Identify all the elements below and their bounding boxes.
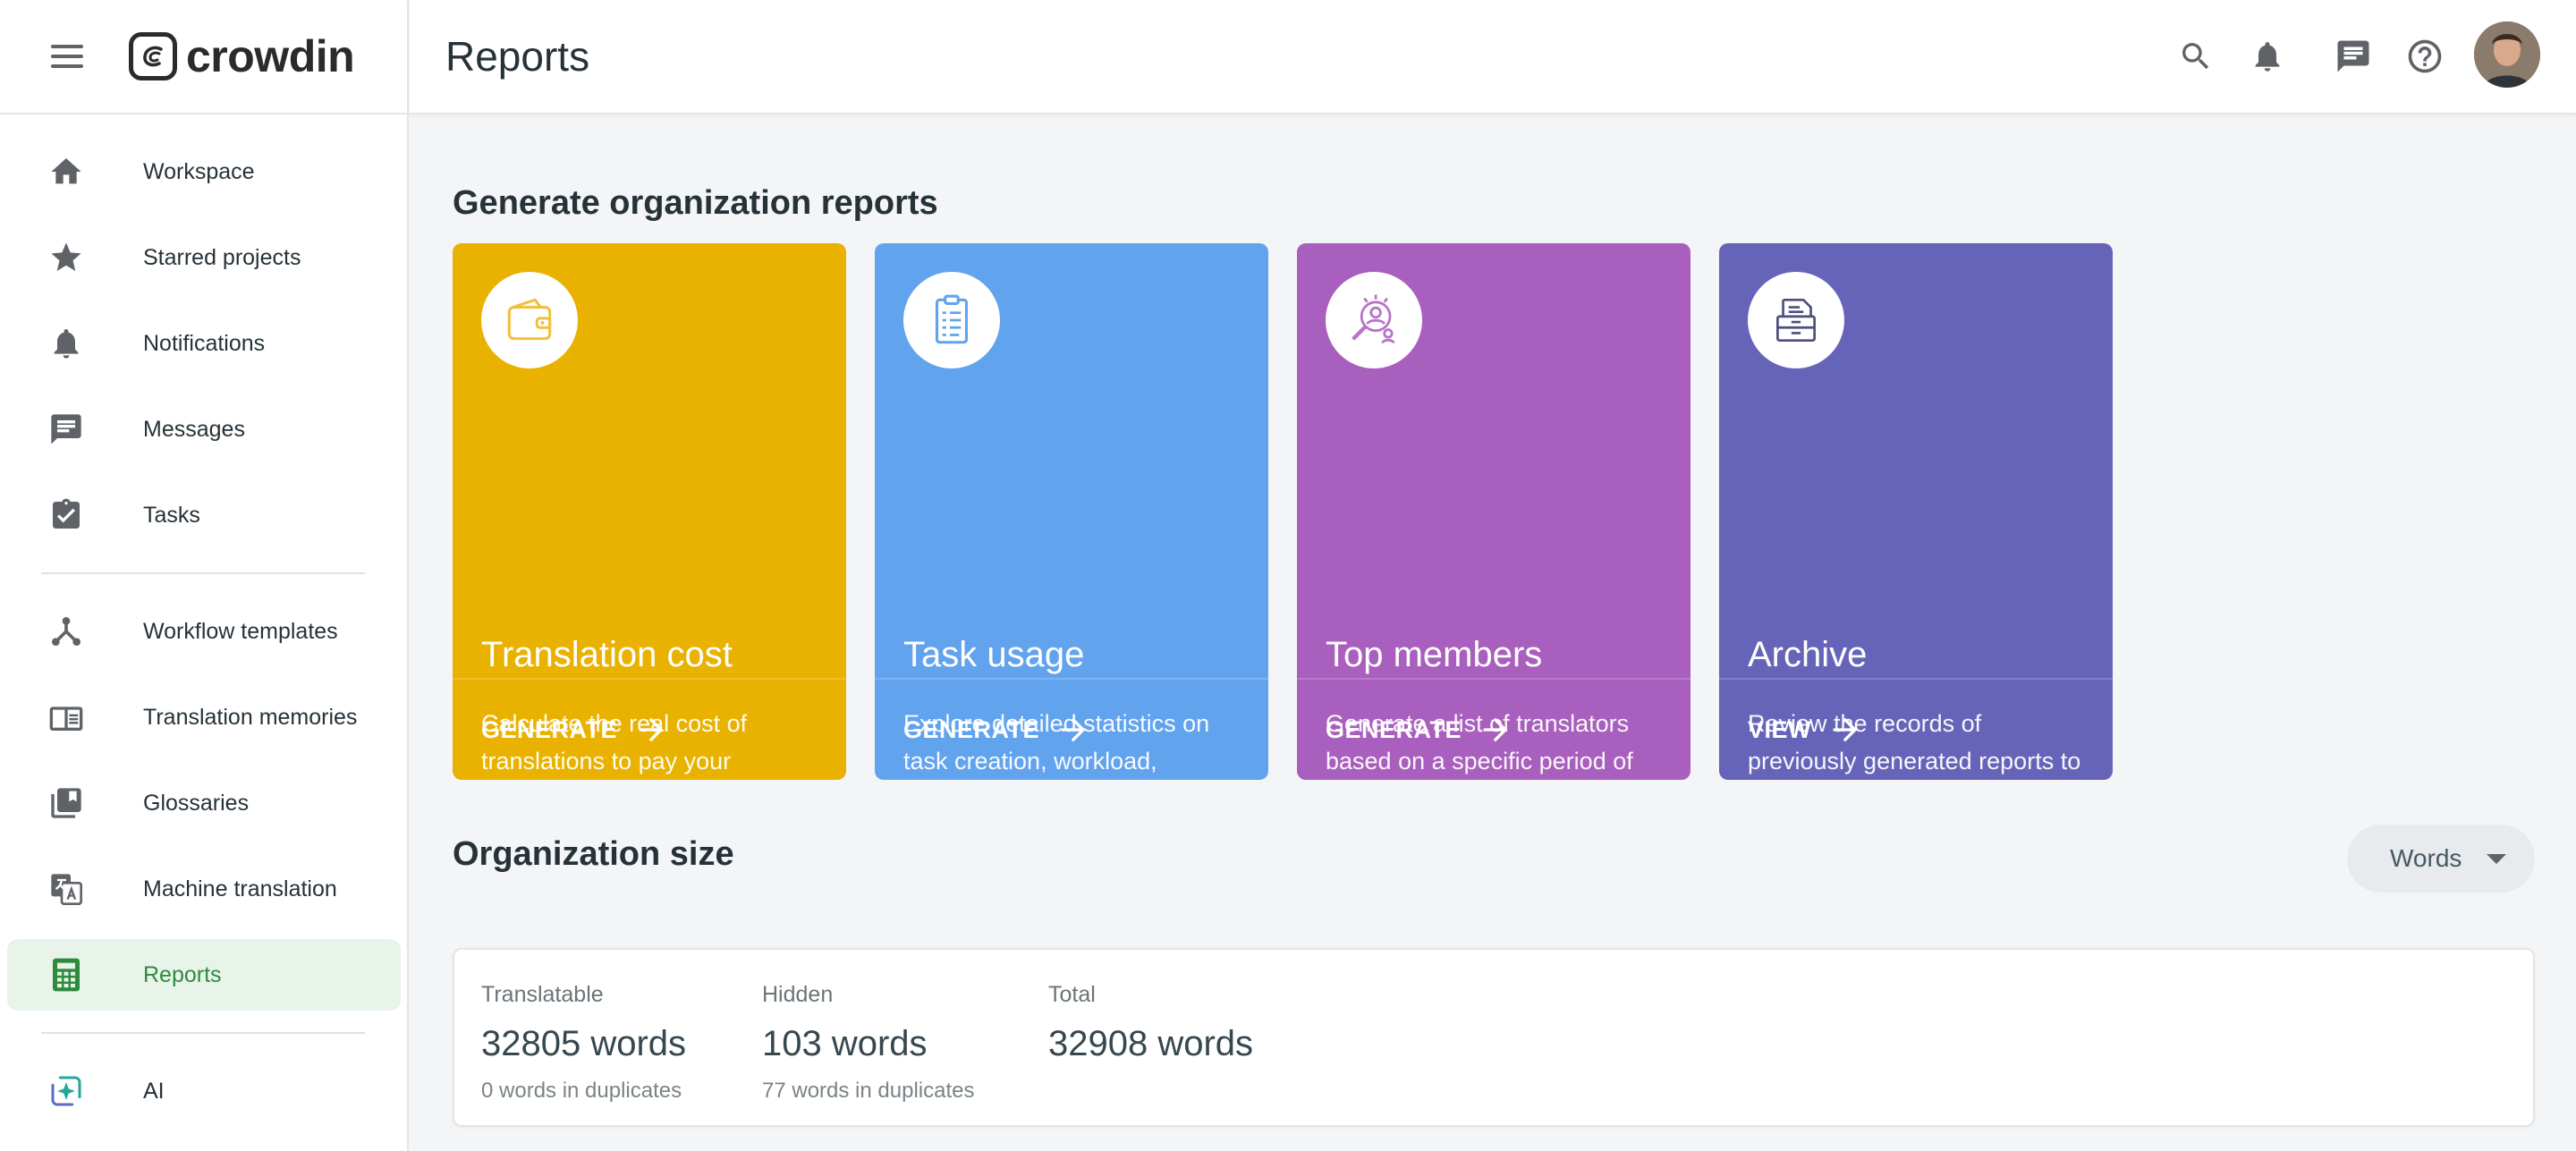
unit-select[interactable]: Words — [2347, 825, 2535, 893]
card-title: Top members — [1326, 635, 1543, 674]
crowdin-logo[interactable]: crowdin — [129, 30, 355, 82]
bell-icon[interactable] — [2247, 36, 2288, 77]
wallet-icon — [481, 272, 578, 368]
translate-icon — [48, 871, 84, 907]
ai-sparkle-icon — [48, 1073, 84, 1109]
message-icon[interactable] — [2333, 36, 2374, 77]
sidebar-item-label: Workflow templates — [143, 618, 338, 644]
bell-icon — [48, 326, 84, 361]
stat-value: 32805 words — [481, 1024, 687, 1063]
sidebar-item-tasks[interactable]: Tasks — [7, 479, 401, 551]
generate-button[interactable]: GENERATE — [453, 678, 846, 780]
action-label: VIEW — [1748, 715, 1812, 743]
top-bar: Reports — [410, 0, 2576, 114]
view-button[interactable]: VIEW — [1719, 678, 2113, 780]
sidebar: crowdin Workspace Starred projects Notif… — [0, 0, 409, 1151]
calculator-icon — [48, 957, 84, 993]
sidebar-item-reports[interactable]: Reports — [7, 939, 401, 1011]
sidebar-item-label: Translation memories — [143, 704, 358, 730]
clipboard-list-icon — [903, 272, 1000, 368]
sidebar-item-workflow-templates[interactable]: Workflow templates — [7, 596, 401, 667]
org-size-card: Translatable 32805 words 0 words in dupl… — [453, 948, 2535, 1127]
sidebar-item-workspace[interactable]: Workspace — [7, 136, 401, 207]
caret-down-icon — [2487, 853, 2507, 864]
sidebar-item-label: Glossaries — [143, 790, 250, 816]
sidebar-item-label: Notifications — [143, 330, 266, 356]
stat-total: Total 32908 words — [1048, 982, 1253, 1064]
generate-button[interactable]: GENERATE — [1297, 678, 1690, 780]
action-label: GENERATE — [481, 715, 618, 743]
star-icon — [48, 240, 84, 275]
arrow-right-icon — [1827, 712, 1863, 748]
report-card-task-usage: Task usage Explore detailed statistics o… — [875, 243, 1268, 780]
members-search-icon — [1326, 272, 1422, 368]
stat-label: Hidden — [762, 982, 834, 1007]
book-icon — [48, 699, 84, 735]
stat-sub: 77 words in duplicates — [762, 1079, 975, 1103]
sidebar-item-glossaries[interactable]: Glossaries — [7, 767, 401, 839]
card-title: Translation cost — [481, 635, 733, 674]
generate-button[interactable]: GENERATE — [875, 678, 1268, 780]
sidebar-item-label: Starred projects — [143, 244, 301, 270]
sidebar-item-label: Machine translation — [143, 876, 337, 901]
stat-value: 32908 words — [1048, 1024, 1254, 1063]
stat-hidden: Hidden 103 words 77 words in duplicates — [762, 982, 974, 1104]
sidebar-item-messages[interactable]: Messages — [7, 394, 401, 465]
arrow-right-icon — [1055, 712, 1091, 748]
user-avatar[interactable] — [2474, 21, 2540, 88]
sidebar-divider — [41, 572, 365, 574]
sidebar-item-translation-memories[interactable]: Translation memories — [7, 681, 401, 753]
arrow-right-icon — [1478, 712, 1513, 748]
sidebar-item-label: Messages — [143, 416, 245, 442]
sidebar-item-label: AI — [143, 1078, 165, 1104]
unit-select-value: Words — [2390, 844, 2462, 872]
workflow-icon — [48, 614, 84, 649]
report-card-archive: Archive Review the records of previously… — [1719, 243, 2113, 780]
sidebar-item-starred-projects[interactable]: Starred projects — [7, 222, 401, 293]
sidebar-item-label: Workspace — [143, 158, 255, 184]
crowdin-logo-icon — [129, 32, 177, 80]
sidebar-item-machine-translation[interactable]: Machine translation — [7, 853, 401, 925]
menu-icon[interactable] — [51, 45, 83, 68]
stat-label: Total — [1048, 982, 1096, 1007]
home-icon — [48, 154, 84, 190]
action-label: GENERATE — [903, 715, 1040, 743]
action-label: GENERATE — [1326, 715, 1462, 743]
archive-icon — [1748, 272, 1844, 368]
sidebar-item-label: Reports — [143, 961, 222, 987]
stat-translatable: Translatable 32805 words 0 words in dupl… — [481, 982, 686, 1104]
report-card-top-members: Top members Generate a list of translato… — [1297, 243, 1690, 780]
stat-value: 103 words — [762, 1024, 928, 1063]
search-icon[interactable] — [2175, 36, 2216, 77]
sidebar-item-notifications[interactable]: Notifications — [7, 308, 401, 379]
card-title: Archive — [1748, 635, 1868, 674]
stat-sub: 0 words in duplicates — [481, 1079, 682, 1103]
sidebar-item-ai[interactable]: AI — [7, 1055, 401, 1127]
stat-label: Translatable — [481, 982, 604, 1007]
arrow-right-icon — [633, 712, 669, 748]
report-card-translation-cost: Translation cost Calculate the real cost… — [453, 243, 846, 780]
card-title: Task usage — [903, 635, 1085, 674]
org-size-title: Organization size — [453, 835, 734, 873]
brand-name: crowdin — [186, 31, 355, 81]
sidebar-item-label: Tasks — [143, 502, 200, 528]
message-icon — [48, 411, 84, 447]
sidebar-header: crowdin — [0, 0, 407, 114]
library-icon — [48, 785, 84, 821]
help-icon[interactable] — [2404, 36, 2445, 77]
sidebar-divider — [41, 1032, 365, 1034]
clipboard-check-icon — [48, 497, 84, 533]
generate-section-title: Generate organization reports — [453, 184, 938, 222]
page-title: Reports — [445, 33, 590, 80]
